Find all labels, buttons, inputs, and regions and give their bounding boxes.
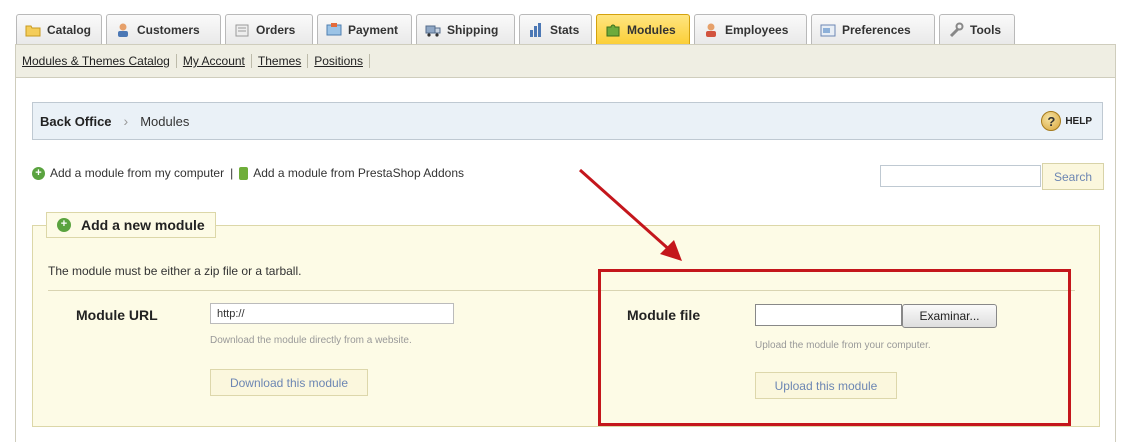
puzzle-icon bbox=[605, 22, 621, 38]
wrench-icon bbox=[948, 22, 964, 38]
tab-employees[interactable]: Employees bbox=[694, 14, 807, 44]
help-icon: ? bbox=[1041, 111, 1062, 131]
help-label: HELP bbox=[1065, 115, 1092, 127]
sub-navigation: Modules & Themes Catalog My Account Them… bbox=[15, 44, 1116, 78]
url-hint: Download the module directly from a webs… bbox=[210, 335, 412, 346]
tab-label: Employees bbox=[725, 22, 789, 37]
tab-preferences[interactable]: Preferences bbox=[811, 14, 935, 44]
truck-icon bbox=[425, 22, 441, 38]
tab-modules[interactable]: Modules bbox=[596, 14, 690, 44]
breadcrumb-current: Modules bbox=[140, 113, 190, 129]
download-module-button[interactable]: Download this module bbox=[210, 369, 368, 396]
tab-catalog[interactable]: Catalog bbox=[16, 14, 102, 44]
help-button[interactable]: ? HELP bbox=[1041, 111, 1092, 131]
add-from-addons-link[interactable]: Add a module from PrestaShop Addons bbox=[253, 166, 464, 180]
folder-icon bbox=[25, 22, 41, 38]
tab-label: Modules bbox=[627, 22, 676, 37]
tab-payment[interactable]: Payment bbox=[317, 14, 412, 44]
chevron-right-icon: › bbox=[123, 113, 129, 129]
stats-icon bbox=[528, 22, 544, 38]
tab-label: Orders bbox=[256, 22, 296, 37]
red-arrow-annotation bbox=[579, 168, 682, 261]
addons-icon bbox=[239, 166, 249, 180]
search-button[interactable]: Search bbox=[1042, 163, 1104, 190]
subnav-modules-themes-catalog[interactable]: Modules & Themes Catalog bbox=[22, 54, 177, 68]
breadcrumb-root[interactable]: Back Office bbox=[40, 114, 112, 129]
tab-orders[interactable]: Orders bbox=[225, 14, 313, 44]
module-url-label: Module URL bbox=[76, 307, 158, 323]
breadcrumb: Back Office › Modules ? HELP bbox=[32, 102, 1103, 140]
add-module-links: + Add a module from my computer | Add a … bbox=[32, 166, 464, 180]
tab-customers[interactable]: Customers bbox=[106, 14, 221, 44]
orders-icon bbox=[234, 22, 250, 38]
customers-icon bbox=[115, 22, 131, 38]
panel-title: Add a new module bbox=[81, 217, 205, 233]
payment-icon bbox=[326, 22, 342, 38]
tab-label: Stats bbox=[550, 22, 580, 37]
module-url-input[interactable]: http:// bbox=[210, 303, 454, 324]
tab-shipping[interactable]: Shipping bbox=[416, 14, 515, 44]
tab-tools[interactable]: Tools bbox=[939, 14, 1015, 44]
panel-legend: + Add a new module bbox=[46, 212, 216, 238]
subnav-themes[interactable]: Themes bbox=[252, 54, 309, 68]
main-tab-bar: Catalog Customers Orders Payment Shippin… bbox=[0, 0, 1133, 44]
preferences-icon bbox=[820, 22, 836, 38]
subnav-my-account[interactable]: My Account bbox=[177, 54, 252, 68]
link-separator: | bbox=[230, 166, 234, 180]
subnav-positions[interactable]: Positions bbox=[308, 54, 370, 68]
plus-icon: + bbox=[57, 218, 71, 232]
highlight-box bbox=[598, 269, 1071, 426]
tab-label: Payment bbox=[348, 22, 399, 37]
search-input[interactable] bbox=[880, 165, 1041, 187]
tab-label: Catalog bbox=[47, 22, 92, 37]
tab-stats[interactable]: Stats bbox=[519, 14, 592, 44]
tab-label: Tools bbox=[970, 22, 1002, 37]
tab-label: Preferences bbox=[842, 22, 911, 37]
tab-label: Shipping bbox=[447, 22, 499, 37]
panel-description: The module must be either a zip file or … bbox=[48, 264, 302, 278]
plus-icon: + bbox=[32, 166, 45, 180]
tab-label: Customers bbox=[137, 22, 200, 37]
employees-icon bbox=[703, 22, 719, 38]
add-from-computer-link[interactable]: Add a module from my computer bbox=[50, 166, 224, 180]
